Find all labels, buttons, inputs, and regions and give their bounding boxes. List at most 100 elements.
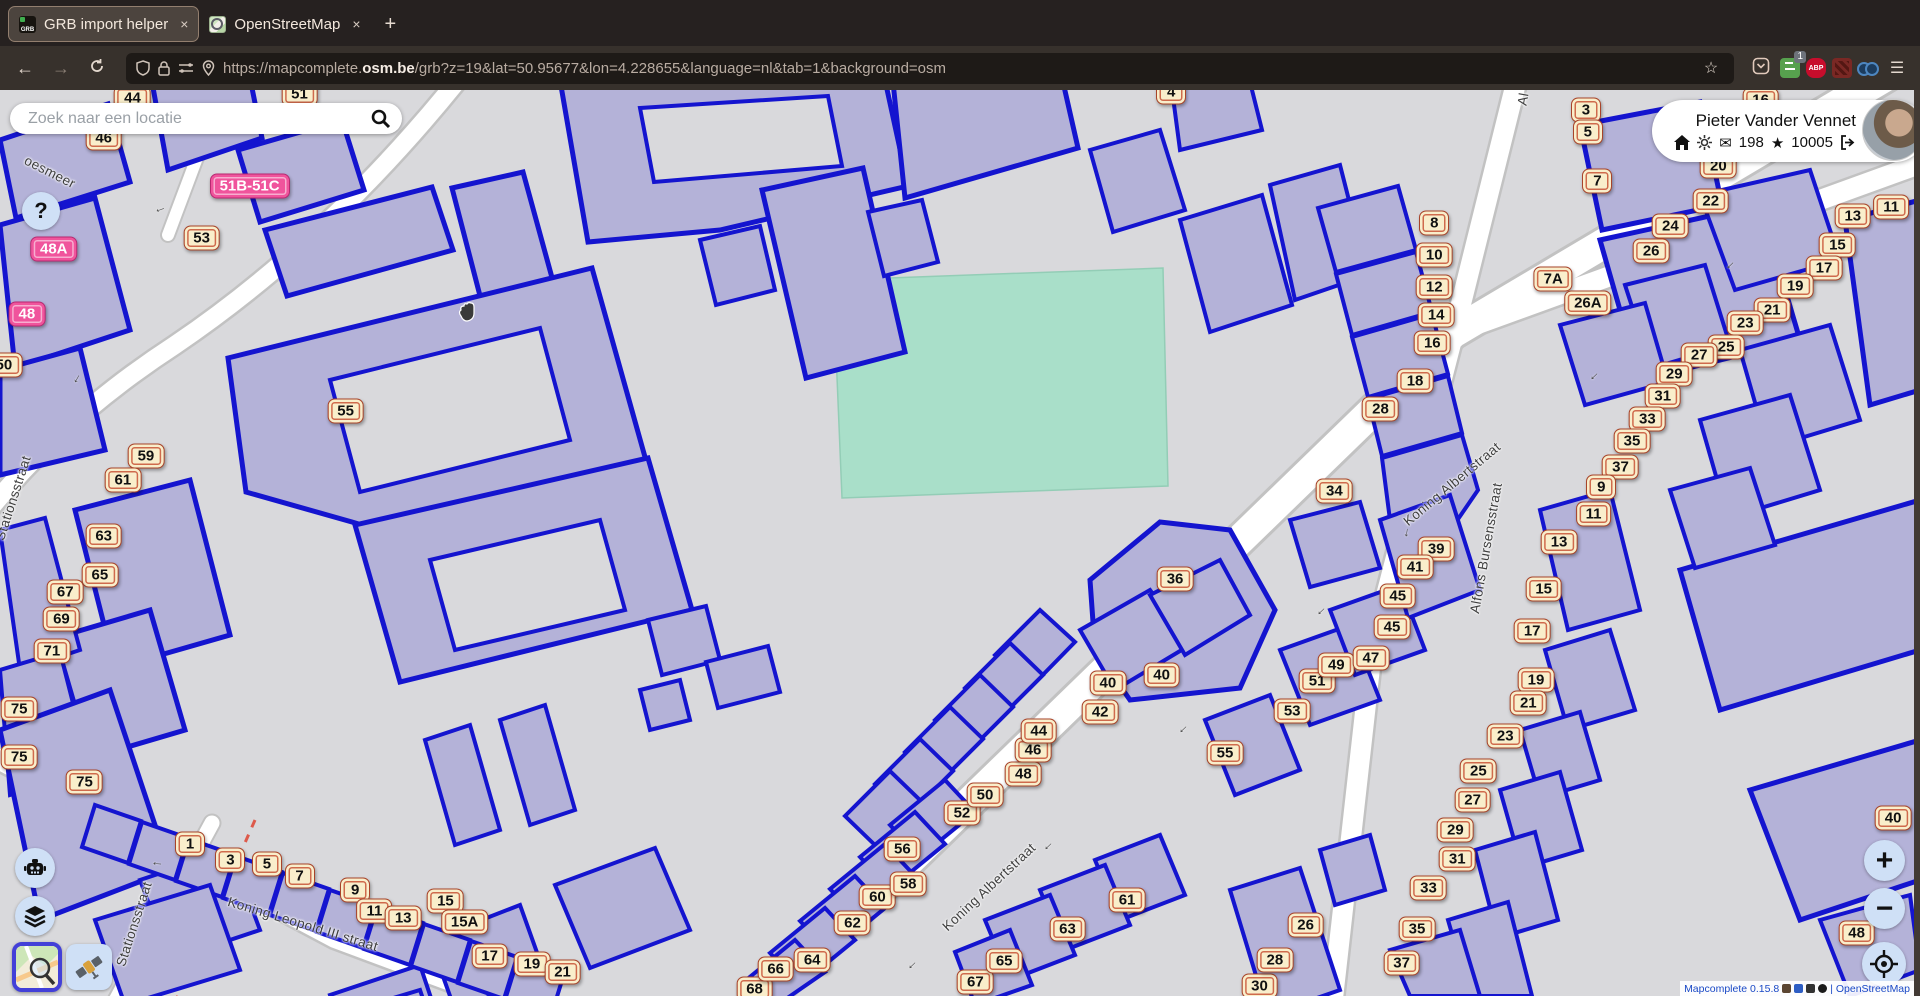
osm-attribution-link[interactable]: | OpenStreetMap [1830, 983, 1910, 995]
house-number-badge[interactable]: 67 [957, 970, 994, 995]
geolocate-button[interactable] [1862, 942, 1906, 986]
house-number-badge[interactable]: 55 [1207, 741, 1244, 766]
pocket-save-icon[interactable] [1748, 57, 1774, 80]
extension-grb-icon[interactable]: 1 [1780, 58, 1800, 78]
map-canvas[interactable]: oesmeerStationsstraatStationsstraatKonin… [0, 90, 1920, 996]
logout-icon[interactable] [1840, 135, 1856, 150]
house-number-badge[interactable]: 41 [1397, 554, 1434, 579]
house-number-badge[interactable]: 53 [183, 225, 220, 250]
house-number-badge[interactable]: 26 [1633, 239, 1670, 264]
house-number-badge[interactable]: 29 [1437, 818, 1474, 843]
house-number-badge[interactable]: 27 [1454, 788, 1491, 813]
house-number-badge[interactable]: 13 [385, 906, 422, 931]
import-robot-button[interactable] [15, 848, 55, 888]
house-number-badge[interactable]: 33 [1410, 876, 1447, 901]
house-number-badge[interactable]: 5 [1573, 119, 1603, 144]
house-number-badge[interactable]: 48 [1005, 762, 1042, 787]
house-number-badge[interactable]: 64 [794, 947, 831, 972]
lock-icon[interactable] [158, 61, 170, 76]
contributor-icon[interactable] [1782, 984, 1791, 993]
house-number-badge[interactable]: 28 [1257, 947, 1294, 972]
bookmark-star-icon[interactable]: ☆ [1698, 58, 1724, 78]
house-number-badge[interactable]: 40 [1875, 806, 1912, 831]
reload-button[interactable] [82, 58, 112, 79]
shield-icon[interactable] [136, 60, 150, 76]
house-number-badge[interactable]: 21 [544, 960, 581, 985]
house-number-badge[interactable]: 15 [1525, 577, 1562, 602]
house-number-badge[interactable]: 17 [471, 944, 508, 969]
url-text[interactable]: https://mapcomplete.osm.be/grb?z=19&lat=… [223, 60, 1690, 77]
house-number-badge[interactable]: 62 [834, 910, 871, 935]
house-number-badge[interactable]: 45 [1379, 584, 1416, 609]
house-number-badge[interactable]: 63 [1049, 916, 1086, 941]
house-number-badge[interactable]: 44 [1020, 719, 1057, 744]
house-number-badge[interactable]: 19 [1518, 667, 1555, 692]
url-bar[interactable]: https://mapcomplete.osm.be/grb?z=19&lat=… [126, 53, 1734, 84]
house-number-badge[interactable]: 9 [1586, 474, 1616, 499]
house-number-badge[interactable]: 50 [967, 782, 1004, 807]
house-number-badge[interactable]: 65 [986, 948, 1023, 973]
house-number-badge[interactable]: 26A [1564, 290, 1612, 315]
house-number-badge[interactable]: 11 [1873, 194, 1909, 219]
home-icon[interactable] [1674, 135, 1690, 150]
house-number-badge[interactable]: 49 [1318, 653, 1355, 678]
house-number-badge[interactable]: 48 [1838, 920, 1875, 945]
house-number-badge[interactable]: 51B-51C [210, 174, 290, 199]
house-number-badge[interactable]: 23 [1487, 723, 1524, 748]
user-panel[interactable]: Pieter Vander Vennet ✉ 198 ★ 10005 [1652, 100, 1920, 162]
house-number-badge[interactable]: 12 [1416, 274, 1453, 299]
house-number-badge[interactable]: 63 [85, 523, 122, 548]
map-attribution[interactable]: Mapcomplete 0.15.8 | OpenStreetMap [1680, 981, 1914, 996]
house-number-badge[interactable]: 37 [1383, 951, 1420, 976]
house-number-badge[interactable]: 66 [757, 956, 794, 981]
house-number-badge[interactable]: 26 [1287, 913, 1324, 938]
house-number-badge[interactable]: 53 [1274, 698, 1311, 723]
house-number-badge[interactable]: 45 [1374, 615, 1411, 640]
house-number-badge[interactable]: 36 [1157, 567, 1194, 592]
mapcomplete-version[interactable]: Mapcomplete 0.15.8 [1684, 983, 1779, 995]
house-number-badge[interactable]: 75 [1, 696, 38, 721]
house-number-badge[interactable]: 29 [1656, 361, 1693, 386]
house-number-badge[interactable]: 31 [1644, 384, 1681, 409]
house-number-badge[interactable]: 48 [9, 301, 46, 326]
house-number-badge[interactable]: 58 [890, 871, 927, 896]
search-bar[interactable] [10, 103, 402, 134]
adblock-plus-icon[interactable]: ABP [1806, 58, 1826, 78]
house-number-badge[interactable]: 40 [1089, 670, 1126, 695]
house-number-badge[interactable]: 23 [1727, 310, 1764, 335]
house-number-badge[interactable]: 22 [1692, 189, 1729, 214]
house-number-badge[interactable]: 56 [884, 837, 921, 862]
house-number-badge[interactable]: 55 [327, 398, 364, 423]
house-number-badge[interactable]: 42 [1082, 699, 1119, 724]
gear-icon[interactable] [1697, 135, 1712, 150]
house-number-badge[interactable]: 28 [1362, 396, 1399, 421]
house-number-badge[interactable]: 65 [81, 562, 118, 587]
house-number-badge[interactable]: 8 [1419, 211, 1449, 236]
house-number-badge[interactable]: 61 [1109, 887, 1146, 912]
house-number-badge[interactable]: 10 [1416, 242, 1453, 267]
house-number-badge[interactable]: 31 [1439, 847, 1476, 872]
house-number-badge[interactable]: 30 [1241, 974, 1278, 996]
house-number-badge[interactable]: 19 [1777, 273, 1814, 298]
house-number-badge[interactable]: 4 [1156, 90, 1186, 104]
location-pin-icon[interactable] [202, 60, 215, 76]
new-tab-button[interactable]: + [385, 13, 397, 36]
house-number-badge[interactable]: 67 [47, 579, 84, 604]
background-style-aerial-button[interactable] [66, 944, 112, 990]
house-number-badge[interactable]: 13 [1834, 203, 1871, 228]
edit-icon[interactable] [1806, 984, 1815, 993]
house-number-badge[interactable]: 69 [43, 607, 80, 632]
house-number-badge[interactable]: 34 [1316, 479, 1353, 504]
tab-openstreetmap[interactable]: OpenStreetMap × [199, 6, 370, 42]
house-number-badge[interactable]: 15 [1819, 232, 1856, 257]
permissions-icon[interactable] [178, 62, 194, 74]
avatar[interactable] [1862, 99, 1920, 161]
house-number-badge[interactable]: 75 [66, 770, 103, 795]
house-number-badge[interactable]: 7A [1534, 267, 1573, 292]
house-number-badge[interactable]: 50 [0, 352, 22, 377]
mail-icon[interactable]: ✉ [1719, 134, 1732, 152]
zoom-out-button[interactable]: − [1864, 888, 1905, 929]
menu-button[interactable]: ☰ [1884, 58, 1910, 78]
house-number-badge[interactable]: 13 [1541, 530, 1578, 555]
house-number-badge[interactable]: 15A [441, 909, 489, 934]
